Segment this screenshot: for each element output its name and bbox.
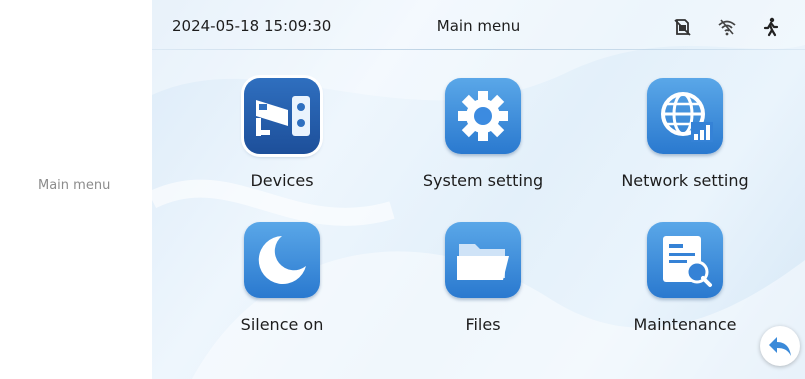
menu-item-label: Network setting	[621, 171, 749, 190]
menu-item-devices[interactable]: Devices	[192, 78, 372, 198]
status-bar: 2024-05-18 15:09:30 Main menu	[152, 0, 805, 50]
side-caption: Main menu	[38, 178, 111, 193]
menu-item-label: Devices	[250, 171, 314, 190]
menu-item-files[interactable]: Files	[393, 222, 573, 342]
menu-item-label: Maintenance	[633, 315, 737, 334]
menu-item-network-setting[interactable]: Network setting	[595, 78, 775, 198]
device-screen: 2024-05-18 15:09:30 Main menu Devices Sy…	[152, 0, 805, 379]
sd-card-missing-icon	[672, 17, 692, 37]
page-title: Main menu	[436, 17, 521, 35]
menu-item-label: Silence on	[240, 315, 324, 334]
menu-item-system-setting[interactable]: System setting	[393, 78, 573, 198]
wifi-off-icon	[717, 17, 737, 37]
menu-item-maintenance[interactable]: Maintenance	[595, 222, 775, 342]
gear-icon	[445, 78, 521, 154]
back-button[interactable]	[760, 326, 800, 366]
menu-item-silence-on[interactable]: Silence on	[192, 222, 372, 342]
moon-icon	[244, 222, 320, 298]
back-arrow-icon	[769, 337, 791, 356]
status-divider	[152, 49, 805, 50]
camera-devices-icon	[244, 78, 320, 154]
globe-network-icon	[647, 78, 723, 154]
menu-item-label: System setting	[422, 171, 544, 190]
maintenance-document-icon	[647, 222, 723, 298]
motion-person-icon	[760, 17, 780, 37]
menu-item-label: Files	[465, 315, 501, 334]
folder-icon	[445, 222, 521, 298]
